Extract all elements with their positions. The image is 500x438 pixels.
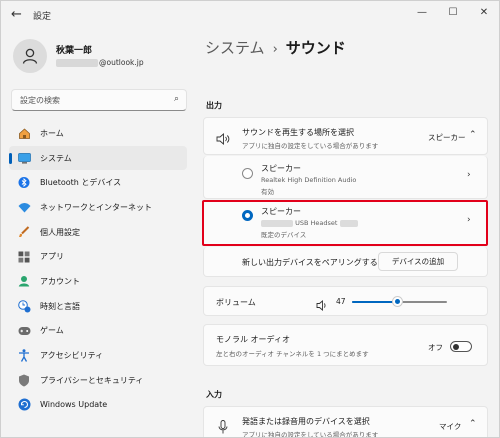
sidebar-item-bluetooth[interactable]: Bluetooth とデバイス <box>9 170 187 195</box>
windows-update-icon <box>17 398 31 412</box>
sidebar-item-privacy[interactable]: プライバシーとセキュリティ <box>9 368 187 393</box>
volume-slider-fill <box>352 301 397 303</box>
pair-device-label: 新しい出力デバイスをペアリングする <box>242 258 378 267</box>
search-placeholder: 設定の検索 <box>20 96 60 105</box>
user-name: 秋葉一郎 <box>56 46 93 56</box>
breadcrumb: システム › サウンド <box>205 37 346 58</box>
chevron-right-icon[interactable]: › <box>467 170 471 180</box>
sidebar-item-account[interactable]: アカウント <box>9 269 187 294</box>
page-title: サウンド <box>285 39 346 57</box>
input-choose-value: マイク <box>439 422 462 431</box>
gaming-icon <box>17 324 31 338</box>
chevron-up-icon[interactable]: ⌃ <box>469 419 477 429</box>
apps-icon <box>17 250 31 264</box>
search-input[interactable]: 設定の検索 ⌕ <box>11 89 187 111</box>
sidebar-item-gaming[interactable]: ゲーム <box>9 319 187 344</box>
sidebar-item-label: プライバシーとセキュリティ <box>40 375 144 385</box>
sidebar-item-accessibility[interactable]: アクセシビリティ <box>9 343 187 368</box>
chevron-up-icon[interactable]: ⌃ <box>469 130 477 140</box>
volume-row: ボリューム 47 <box>203 286 488 316</box>
mono-audio-toggle[interactable] <box>450 341 472 352</box>
accessibility-icon <box>17 349 31 363</box>
sidebar-item-label: アカウント <box>40 276 80 286</box>
sidebar-item-home[interactable]: ホーム <box>9 121 187 146</box>
window-title: 設定 <box>33 12 52 22</box>
sidebar-item-label: アクセシビリティ <box>40 351 104 361</box>
mono-audio-subtitle: 左と右のオーディオ チャンネルを 1 つにまとめます <box>216 350 369 358</box>
sidebar-item-label: システム <box>40 153 72 163</box>
input-section-label: 入力 <box>206 390 222 399</box>
close-button[interactable]: ✕ <box>475 5 493 21</box>
pair-output-device-row: 新しい出力デバイスをペアリングする デバイスの追加 <box>203 247 488 277</box>
sidebar-nav: ホーム システム Bluetooth とデバイス ネットワークとインターネット … <box>9 121 187 417</box>
back-arrow-icon[interactable]: ← <box>11 8 25 22</box>
home-icon <box>17 126 31 140</box>
settings-window: ← 設定 — ☐ ✕ 秋葉一郎 @outlook.jp 設定の検索 ⌕ ホーム … <box>0 0 500 438</box>
mono-audio-row: モノラル オーディオ 左と右のオーディオ チャンネルを 1 つにまとめます オフ <box>203 324 488 366</box>
sidebar-item-label: Bluetooth とデバイス <box>40 178 122 188</box>
device-status: 有効 <box>261 188 274 196</box>
account-icon <box>17 274 31 288</box>
bluetooth-icon <box>17 176 31 190</box>
network-icon <box>17 200 31 214</box>
sidebar-item-personalization[interactable]: 個人用設定 <box>9 220 187 245</box>
sidebar-item-apps[interactable]: アプリ <box>9 244 187 269</box>
sidebar-item-label: ゲーム <box>40 326 64 336</box>
avatar[interactable] <box>13 39 47 73</box>
output-section-label: 出力 <box>206 101 222 110</box>
user-email: @outlook.jp <box>56 58 144 67</box>
maximize-button[interactable]: ☐ <box>444 5 462 21</box>
mono-audio-title: モノラル オーディオ <box>216 335 290 344</box>
volume-label: ボリューム <box>216 298 256 307</box>
output-choose-subtitle: アプリに独自の設定をしている場合があります <box>242 142 379 150</box>
sidebar-item-label: アプリ <box>40 252 64 262</box>
personalization-icon <box>17 225 31 239</box>
sidebar-item-system[interactable]: システム <box>9 145 187 171</box>
output-device-selector[interactable]: サウンドを再生する場所を選択 アプリに独自の設定をしている場合があります スピー… <box>203 117 488 155</box>
output-device-item[interactable]: スピーカー Realtek High Definition Audio 有効 › <box>203 156 488 199</box>
volume-value: 47 <box>336 297 346 306</box>
sidebar-item-network[interactable]: ネットワークとインターネット <box>9 195 187 220</box>
minimize-button[interactable]: — <box>413 5 431 21</box>
output-choose-value: スピーカー <box>428 133 466 142</box>
search-icon: ⌕ <box>173 94 179 104</box>
sidebar-item-label: 時刻と言語 <box>40 301 80 311</box>
microphone-icon <box>218 419 228 437</box>
sidebar-item-time-language[interactable]: 時刻と言語 <box>9 294 187 319</box>
user-icon <box>22 48 38 64</box>
privacy-icon <box>17 373 31 387</box>
device-radio[interactable] <box>242 168 253 179</box>
device-name: スピーカー <box>261 164 301 173</box>
sidebar-item-label: Windows Update <box>40 400 108 410</box>
breadcrumb-parent[interactable]: システム <box>205 39 265 57</box>
time-language-icon <box>17 299 31 313</box>
output-choose-title: サウンドを再生する場所を選択 <box>242 128 354 137</box>
sidebar-item-label: 個人用設定 <box>40 227 80 237</box>
input-choose-subtitle: アプリに独自の設定をしている場合があります <box>242 431 379 438</box>
speaker-icon <box>216 130 230 149</box>
breadcrumb-chevron-icon: › <box>272 42 278 57</box>
input-choose-title: 発語または録音用のデバイスを選択 <box>242 417 370 426</box>
add-device-button[interactable]: デバイスの追加 <box>378 252 458 271</box>
device-driver: Realtek High Definition Audio <box>261 176 357 184</box>
title-bar: ← 設定 — ☐ ✕ <box>1 1 499 31</box>
input-device-selector[interactable]: 発語または録音用のデバイスを選択 アプリに独自の設定をしている場合があります マ… <box>203 406 488 438</box>
sidebar-item-label: ネットワークとインターネット <box>40 202 152 212</box>
mono-audio-state: オフ <box>428 343 443 352</box>
system-icon <box>17 151 31 165</box>
sidebar-item-label: ホーム <box>40 128 64 138</box>
volume-icon[interactable] <box>316 296 328 315</box>
volume-slider-thumb[interactable] <box>392 296 403 307</box>
highlight-box <box>202 200 488 246</box>
sidebar-item-windows-update[interactable]: Windows Update <box>9 393 187 418</box>
